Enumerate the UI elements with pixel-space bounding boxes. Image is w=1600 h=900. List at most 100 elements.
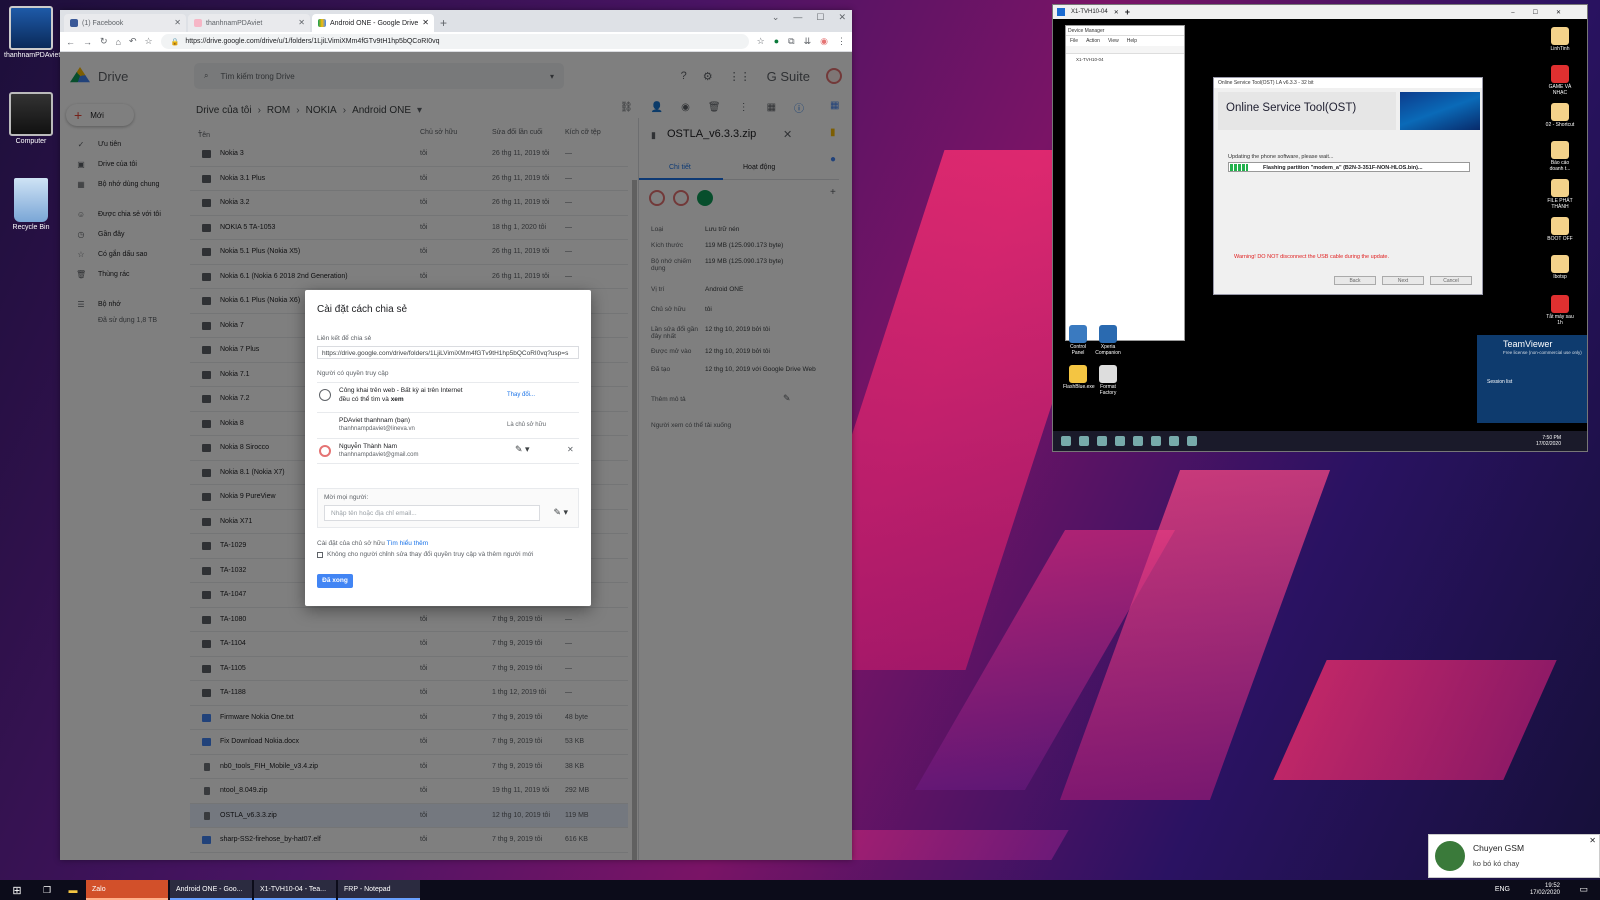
shortcut-icon <box>1099 365 1117 383</box>
new-tab-button[interactable]: + <box>1125 7 1130 17</box>
remote-taskbar: 7:50 PM 17/02/2020 <box>1053 431 1587 451</box>
notification-center-icon[interactable]: ▭ <box>1579 884 1588 895</box>
remote-desktop-icon[interactable]: Format Factory <box>1093 365 1123 396</box>
remote-desktop-icon[interactable]: FILE PHÁT THÀNH <box>1545 179 1575 210</box>
taskbar-app-chrome[interactable]: Android ONE - Goo... <box>170 880 252 900</box>
clock[interactable]: 19:52 17/02/2020 <box>1530 883 1560 897</box>
remote-desktop-icon[interactable]: GAME VÀ NHẠC <box>1545 65 1575 96</box>
public-line1: Công khai trên web - Bất kỳ ai trên Inte… <box>339 387 463 394</box>
tab-thanhnam[interactable]: thanhnamPDAviet ✕ <box>188 14 310 32</box>
change-access-link[interactable]: Thay đổi... <box>507 392 535 398</box>
invite-placeholder: Nhập tên hoặc địa chỉ email... <box>331 510 417 517</box>
menu-file[interactable]: File <box>1070 38 1078 44</box>
tab-facebook[interactable]: (1) Facebook ✕ <box>64 14 186 32</box>
close-icon[interactable]: ✕ <box>298 18 305 27</box>
remote-desktop-icon[interactable]: 02 - Shortcut <box>1545 103 1575 128</box>
remote-desktop-icon[interactable]: FlashBlue.exe <box>1063 365 1095 390</box>
undo-icon[interactable]: ↶ <box>129 36 137 47</box>
reload-icon[interactable]: ↻ <box>100 36 108 47</box>
owner-role: Là chủ sở hữu <box>507 422 546 428</box>
zalo-notification[interactable]: Chuyen GSM ko bó kó chay ✕ <box>1428 834 1600 878</box>
invite-input[interactable]: Nhập tên hoặc địa chỉ email... <box>324 505 540 521</box>
star-icon[interactable]: ☆ <box>145 36 153 47</box>
close-window-button[interactable]: ✕ <box>838 12 846 23</box>
remote-task-icon[interactable] <box>1133 436 1143 446</box>
remote-task-icon[interactable] <box>1097 436 1107 446</box>
taskbar-app-notepad[interactable]: FRP - Notepad <box>338 880 420 900</box>
remote-icon-label: LinhTinh <box>1550 46 1570 52</box>
ost-cancel-button[interactable]: Cancel <box>1430 276 1472 285</box>
tv-panel-subtitle: Free license (non-commercial use only) <box>1503 350 1582 355</box>
remote-icon-label: Tắt máy sau 1h <box>1546 314 1574 326</box>
teamviewer-panel: TeamViewer Free license (non-commercial … <box>1477 335 1587 423</box>
remove-user-icon[interactable]: ✕ <box>567 445 574 454</box>
remote-desktop-icon[interactable]: BOOT OFF <box>1545 217 1575 242</box>
tv-session-list[interactable]: Session list <box>1477 355 1587 385</box>
close-icon[interactable]: ✕ <box>1114 9 1119 16</box>
learn-more-link[interactable]: Tìm hiểu thêm <box>387 540 429 547</box>
remote-icon-label: Ibotsp <box>1553 274 1567 280</box>
start-icon[interactable]: ⊞ <box>0 884 34 897</box>
minimize-button[interactable]: — <box>793 12 802 23</box>
shortcut-icon <box>1551 65 1569 83</box>
desktop-icon-label: Recycle Bin <box>12 224 50 231</box>
user-email: thanhnampdaviet@gmail.com <box>339 452 419 458</box>
task-view-icon[interactable]: ❐ <box>34 885 60 896</box>
maximize-button[interactable]: ☐ <box>816 12 824 23</box>
taskbar-app-teamviewer[interactable]: X1-TVH10-04 - Tea... <box>254 880 336 900</box>
shortcut-icon <box>1069 325 1087 343</box>
menu-view[interactable]: View <box>1108 38 1119 44</box>
remote-start-icon[interactable] <box>1061 436 1071 446</box>
remote-desktop-icon[interactable]: Tắt máy sau 1h <box>1545 295 1575 326</box>
close-icon[interactable]: ✕ <box>422 18 429 27</box>
ost-back-button[interactable]: Back <box>1334 276 1376 285</box>
menu-help[interactable]: Help <box>1127 38 1137 44</box>
close-icon[interactable]: ✕ <box>174 18 181 27</box>
remote-tab-bar: X1-TVH10-04 ✕ + –☐✕ <box>1053 5 1587 19</box>
desktop-icon-computer[interactable]: Computer <box>4 92 58 145</box>
desktop-icon-thanhnam[interactable]: thanhnamPDAviet <box>4 6 60 59</box>
language-indicator[interactable]: ENG <box>1495 886 1510 893</box>
remote-task-icon[interactable] <box>1115 436 1125 446</box>
remote-task-icon[interactable] <box>1187 436 1197 446</box>
crop-icon[interactable]: ⧉ <box>788 36 794 47</box>
remote-desktop-icon[interactable]: Control Panel <box>1063 325 1093 356</box>
taskbar-app-zalo[interactable]: Zalo <box>86 880 168 900</box>
extension-icon[interactable]: ● <box>774 36 779 47</box>
menu-icon[interactable]: ⋮ <box>837 36 846 47</box>
remote-desktop-icon[interactable]: Báo cáo doanh t... <box>1545 141 1575 172</box>
remote-task-icon[interactable] <box>1151 436 1161 446</box>
menu-action[interactable]: Action <box>1086 38 1100 44</box>
forward-icon[interactable]: → <box>83 37 92 47</box>
tab-title: (1) Facebook <box>82 19 124 27</box>
new-tab-button[interactable]: + <box>440 14 447 32</box>
tab-search-icon[interactable]: ⌄ <box>772 12 780 23</box>
desktop-icon-recycle-bin[interactable]: Recycle Bin <box>4 178 58 231</box>
extension-icon[interactable]: ⇊ <box>804 36 812 47</box>
done-button[interactable]: Đã xong <box>317 574 353 588</box>
remote-desktop-icon[interactable]: LinhTinh <box>1545 27 1575 52</box>
remote-window-controls[interactable]: –☐✕ <box>1511 9 1579 16</box>
back-icon[interactable]: ← <box>66 37 75 47</box>
remote-task-icon[interactable] <box>1079 436 1089 446</box>
address-bar[interactable]: 🔒 https://drive.google.com/drive/u/1/fold… <box>160 34 749 49</box>
restrict-editors-checkbox[interactable] <box>317 551 323 558</box>
dialog-title: Cài đặt cách chia sẻ <box>317 304 408 315</box>
globe-icon <box>319 389 331 401</box>
remote-tab-title[interactable]: X1-TVH10-04 <box>1071 9 1108 15</box>
remote-desktop-icon[interactable]: Ibotsp <box>1545 255 1575 280</box>
edit-permission-dropdown[interactable]: ✎ ▾ <box>515 444 530 455</box>
ost-next-button[interactable]: Next <box>1382 276 1424 285</box>
device-manager-toolbar <box>1066 46 1184 54</box>
file-explorer-icon[interactable]: ▬ <box>60 885 86 895</box>
close-icon[interactable]: ✕ <box>1589 836 1596 845</box>
device-tree-root[interactable]: X1-TVH10-04 <box>1066 54 1184 65</box>
tab-drive[interactable]: Android ONE - Google Drive ✕ <box>312 14 434 32</box>
profile-icon[interactable]: ◉ <box>820 36 828 47</box>
share-link-field[interactable]: https://drive.google.com/drive/folders/1… <box>317 346 579 359</box>
remote-desktop-icon[interactable]: Xperia Companion <box>1093 325 1123 356</box>
invite-permission-dropdown[interactable]: ✎ ▾ <box>553 507 568 518</box>
home-icon[interactable]: ⌂ <box>116 37 121 47</box>
bookmark-star-icon[interactable]: ☆ <box>757 36 765 47</box>
remote-task-icon[interactable] <box>1169 436 1179 446</box>
